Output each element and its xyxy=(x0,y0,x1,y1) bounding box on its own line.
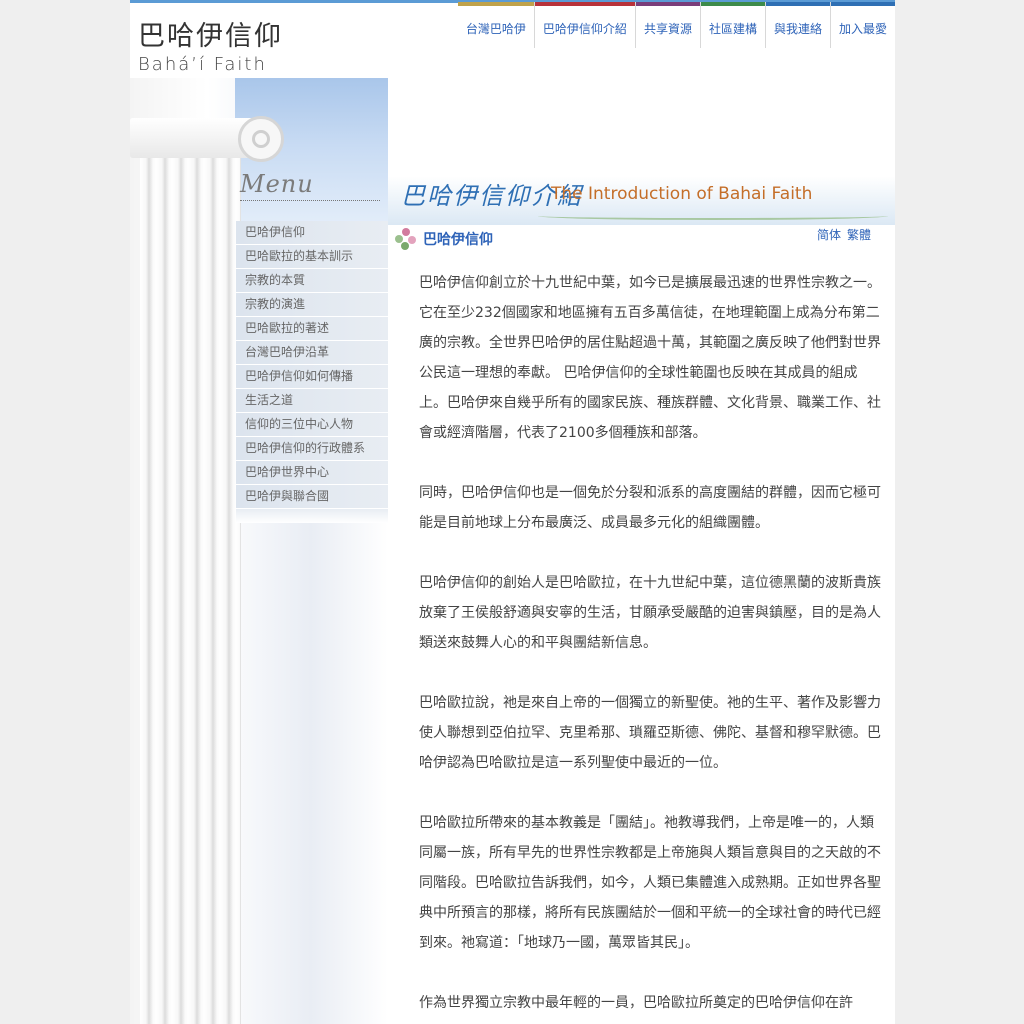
nav-color-bar xyxy=(534,2,635,6)
side-item-how-it-spreads[interactable]: 巴哈伊信仰如何傳播 xyxy=(236,365,388,389)
pillar-scroll xyxy=(238,116,284,162)
banner-title-en: The Introduction of Bahai Faith xyxy=(551,184,813,204)
nav-label: 共享資源 xyxy=(643,22,692,36)
article-paragraph: 巴哈伊信仰的創始人是巴哈歐拉，在十九世紀中葉，這位德黑蘭的波斯貴族放棄了王侯般舒… xyxy=(419,575,881,651)
language-switch: 简体 繁體 xyxy=(811,226,871,243)
lang-traditional-link[interactable]: 繁體 xyxy=(847,228,871,242)
pillar-decoration: Menu xyxy=(130,78,388,1024)
side-item-united-nations[interactable]: 巴哈伊與聯合國 xyxy=(236,485,388,509)
flower-icon xyxy=(395,228,417,250)
nav-taiwan-bahai[interactable]: 台灣巴哈伊 xyxy=(457,2,534,48)
pillar-shaft xyxy=(140,148,241,1024)
nav-shared-resources[interactable]: 共享資源 xyxy=(634,2,700,48)
side-item-way-of-life[interactable]: 生活之道 xyxy=(236,389,388,413)
side-item-basic-teachings[interactable]: 巴哈歐拉的基本訓示 xyxy=(236,245,388,269)
nav-color-bar xyxy=(830,2,895,6)
section-heading: 巴哈伊信仰 xyxy=(395,228,493,250)
site-logo[interactable]: 巴哈伊信仰 Bahá’í Faith xyxy=(138,20,283,76)
nav-label: 加入最愛 xyxy=(838,22,887,36)
side-item-evolution-of-religion[interactable]: 宗教的演進 xyxy=(236,293,388,317)
nav-label: 台灣巴哈伊 xyxy=(465,22,526,36)
article-paragraph: 巴哈伊信仰創立於十九世紀中葉，如今已是擴展最迅速的世界性宗教之一。它在至少232… xyxy=(419,275,881,441)
section-title: 巴哈伊信仰 xyxy=(423,232,493,248)
nav-add-favorite[interactable]: 加入最愛 xyxy=(829,2,895,48)
nav-label: 巴哈伊信仰介紹 xyxy=(542,22,627,36)
logo-chinese: 巴哈伊信仰 xyxy=(138,21,283,52)
menu-heading: Menu xyxy=(240,170,380,210)
side-item-bahai-faith[interactable]: 巴哈伊信仰 xyxy=(236,221,388,245)
logo-english: Bahá’í Faith xyxy=(138,54,267,75)
article-paragraph: 同時，巴哈伊信仰也是一個免於分裂和派系的高度團結的群體，因而它極可能是目前地球上… xyxy=(419,485,881,531)
nav-faith-intro[interactable]: 巴哈伊信仰介紹 xyxy=(533,2,635,48)
side-item-writings[interactable]: 巴哈歐拉的著述 xyxy=(236,317,388,341)
article-body: 巴哈伊信仰創立於十九世紀中葉，如今已是擴展最迅速的世界性宗教之一。它在至少232… xyxy=(419,268,884,1024)
side-item-world-centre[interactable]: 巴哈伊世界中心 xyxy=(236,461,388,485)
nav-color-bar xyxy=(765,2,830,6)
side-menu-fade xyxy=(236,509,388,523)
nav-color-bar xyxy=(635,2,700,6)
side-item-central-figures[interactable]: 信仰的三位中心人物 xyxy=(236,413,388,437)
content-banner: 巴哈伊信仰介紹 The Introduction of Bahai Faith xyxy=(388,150,895,225)
side-item-taiwan-history[interactable]: 台灣巴哈伊沿革 xyxy=(236,341,388,365)
article-paragraph: 巴哈歐拉所帶來的基本教義是「團結」。祂教導我們，上帝是唯一的，人類同屬一族，所有… xyxy=(419,815,881,951)
lang-simplified-link[interactable]: 简体 xyxy=(817,228,841,242)
side-menu: 巴哈伊信仰 巴哈歐拉的基本訓示 宗教的本質 宗教的演進 巴哈歐拉的著述 台灣巴哈… xyxy=(236,221,388,523)
nav-color-bar xyxy=(457,2,534,6)
article-paragraph: 巴哈歐拉說，祂是來自上帝的一個獨立的新聖使。祂的生平、著作及影響力使人聯想到亞伯… xyxy=(419,695,881,771)
side-item-administration[interactable]: 巴哈伊信仰的行政體系 xyxy=(236,437,388,461)
menu-divider xyxy=(240,200,380,201)
menu-heading-text: Menu xyxy=(240,170,314,198)
side-item-nature-of-religion[interactable]: 宗教的本質 xyxy=(236,269,388,293)
nav-label: 與我連絡 xyxy=(773,22,822,36)
nav-label: 社區建構 xyxy=(708,22,757,36)
nav-color-bar xyxy=(700,2,765,6)
nav-contact[interactable]: 與我連絡 xyxy=(764,2,830,48)
vine-ornament xyxy=(538,212,888,220)
article-paragraph: 作為世界獨立宗教中最年輕的一員，巴哈歐拉所奠定的巴哈伊信仰在許 xyxy=(419,995,853,1011)
nav-community-building[interactable]: 社區建構 xyxy=(699,2,765,48)
top-navigation: 台灣巴哈伊 巴哈伊信仰介紹 共享資源 社區建構 與我連絡 加入最愛 xyxy=(457,2,895,48)
page: 巴哈伊信仰 Bahá’í Faith 台灣巴哈伊 巴哈伊信仰介紹 共享資源 社區… xyxy=(130,0,895,1024)
